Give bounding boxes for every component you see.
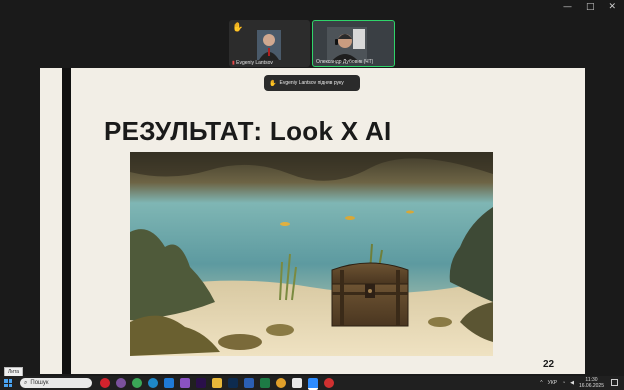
chevron-up-icon[interactable]: ^ bbox=[540, 380, 542, 386]
raised-hand-notification: ✋ Evgeniy Lantsov підняв руку bbox=[264, 75, 360, 91]
raised-hand-icon: ✋ bbox=[269, 80, 277, 87]
zoom-icon[interactable] bbox=[308, 378, 318, 390]
participant-name: ▮ Evgeniy Lantsov bbox=[232, 60, 273, 66]
window-controls: — □ ✕ bbox=[563, 2, 616, 12]
participant-name: Олександр Дубовик (ЧТ) bbox=[316, 59, 374, 65]
clock[interactable]: 11:30 16.06.2025 bbox=[579, 377, 604, 389]
media-icon[interactable] bbox=[324, 378, 334, 388]
system-tray: ^ УКР ◔ ◀ 11:30 16.06.2025 bbox=[540, 377, 604, 389]
notification-text: Evgeniy Lantsov підняв руку bbox=[279, 80, 344, 86]
windows-start-button[interactable] bbox=[4, 379, 12, 387]
slide-accent-bar bbox=[62, 68, 71, 374]
slide-page-number: 22 bbox=[543, 359, 555, 370]
word-icon[interactable] bbox=[244, 378, 254, 388]
premiere-icon[interactable] bbox=[196, 378, 206, 388]
excel-icon[interactable] bbox=[260, 378, 270, 388]
presentation-slide: РЕЗУЛЬТАТ: Look X AI 22 bbox=[40, 68, 585, 374]
search-icon: ⌕ bbox=[24, 379, 28, 386]
notifications-icon[interactable] bbox=[611, 379, 618, 386]
folder-icon[interactable] bbox=[212, 378, 222, 388]
close-button[interactable]: ✕ bbox=[608, 2, 616, 12]
treasure-chest-image bbox=[130, 152, 493, 356]
taskbar-search[interactable]: ⌕ Пошук bbox=[20, 378, 92, 388]
participant-video bbox=[257, 30, 281, 60]
taskbar-apps bbox=[100, 378, 334, 390]
opera-icon[interactable] bbox=[100, 378, 110, 388]
edge-icon[interactable] bbox=[148, 378, 158, 388]
visual-studio-icon[interactable] bbox=[180, 378, 190, 388]
keyboard-language[interactable]: УКР bbox=[548, 380, 557, 386]
participant-video bbox=[327, 27, 367, 63]
maximize-button[interactable]: □ bbox=[586, 2, 595, 12]
mic-off-icon: ▮ bbox=[232, 60, 235, 66]
chrome-alt-icon[interactable] bbox=[276, 378, 286, 388]
taskbar: ⌕ Пошук ^ УКР ◔ ◀ 11:30 16.06.2025 bbox=[0, 376, 624, 390]
photoshop-icon[interactable] bbox=[228, 378, 238, 388]
viber-icon[interactable] bbox=[116, 378, 126, 388]
wifi-icon[interactable]: ◔ bbox=[562, 380, 565, 386]
chrome-icon[interactable] bbox=[132, 378, 142, 388]
volume-icon[interactable]: ◀ bbox=[570, 380, 574, 386]
participant-tile[interactable]: ✋ ▮ Evgeniy Lantsov bbox=[229, 20, 310, 67]
raised-hand-icon: ✋ bbox=[232, 22, 244, 32]
slide-title: РЕЗУЛЬТАТ: Look X AI bbox=[104, 116, 392, 146]
minimize-button[interactable]: — bbox=[563, 2, 572, 12]
participant-tile-active[interactable]: Олександр Дубовик (ЧТ) bbox=[312, 20, 395, 67]
app-icon[interactable] bbox=[292, 378, 302, 388]
search-placeholder: Пошук bbox=[30, 380, 49, 386]
vscode-icon[interactable] bbox=[164, 378, 174, 388]
